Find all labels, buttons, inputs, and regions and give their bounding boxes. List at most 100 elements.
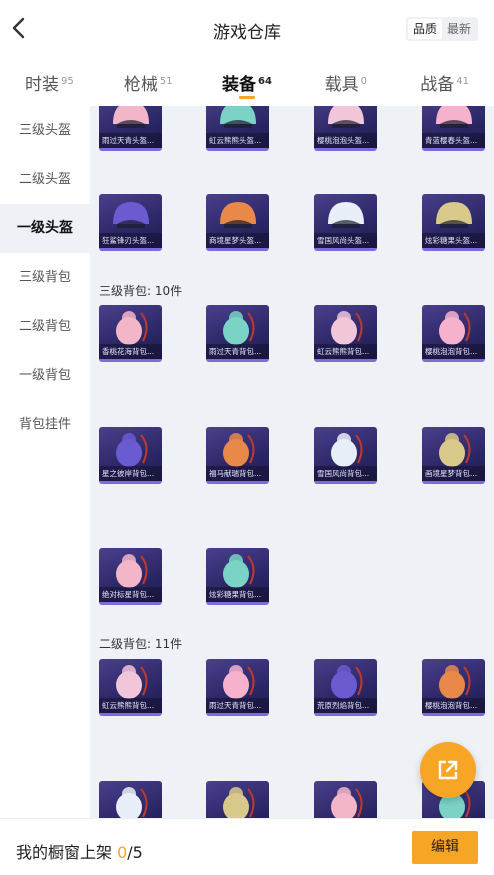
item-name: 商境星梦头盔... bbox=[206, 233, 269, 248]
item-name: 虹云熊熊头盔... bbox=[206, 133, 269, 148]
item-name: 雪国风尚头盔... bbox=[314, 233, 377, 248]
item-card[interactable]: 樱桃泡泡背包... bbox=[422, 305, 485, 362]
backpack-icon bbox=[439, 665, 471, 699]
item-grid: 雨过天青头盔... 虹云熊熊头盔... 樱桃泡泡头盔... 青蓝樱春头盔... 狂鲨锋刃… bbox=[90, 106, 494, 818]
tab-label: 枪械 bbox=[123, 75, 158, 95]
item-card[interactable]: 雨过天青背包... bbox=[206, 659, 269, 716]
sidebar-item-backpack-charm[interactable]: 背包挂件 bbox=[0, 400, 90, 449]
item-name: 香桃花海背包... bbox=[99, 344, 162, 359]
item-card[interactable] bbox=[99, 781, 162, 818]
tab-count: 95 bbox=[61, 75, 74, 87]
item-name: 炫彩糖果头盔... bbox=[422, 233, 485, 248]
helmet-icon bbox=[220, 106, 256, 128]
item-name: 雨过天青背包... bbox=[206, 698, 269, 713]
item-name: 虹云熊熊背包... bbox=[99, 698, 162, 713]
item-card[interactable]: 福马献瑞背包... bbox=[206, 427, 269, 484]
backpack-icon bbox=[223, 787, 255, 818]
item-card[interactable]: 星之彼岸背包... bbox=[99, 427, 162, 484]
backpack-icon bbox=[116, 433, 148, 467]
backpack-icon bbox=[331, 311, 363, 345]
showcase-footer: 我的橱窗上架 0/5 编辑 bbox=[0, 818, 494, 875]
item-card[interactable]: 画境星梦背包... bbox=[422, 427, 485, 484]
backpack-icon bbox=[223, 665, 255, 699]
item-name: 樱桃泡泡背包... bbox=[422, 344, 485, 359]
sidebar-item-level3-backpack[interactable]: 三级背包 bbox=[0, 253, 90, 302]
tab-count: 64 bbox=[258, 75, 272, 87]
item-name: 画境星梦背包... bbox=[422, 466, 485, 481]
helmet-icon bbox=[328, 202, 364, 228]
showcase-total: /5 bbox=[127, 843, 143, 862]
helmet-icon bbox=[113, 106, 149, 128]
item-card[interactable] bbox=[314, 781, 377, 818]
item-name: 雪国风尚背包... bbox=[314, 466, 377, 481]
item-card[interactable]: 绝对标星背包... bbox=[99, 548, 162, 605]
sidebar-item-level1-helmet[interactable]: 一级头盔 bbox=[0, 204, 90, 253]
backpack-icon bbox=[331, 433, 363, 467]
item-name: 雨过天青背包... bbox=[206, 344, 269, 359]
item-card[interactable]: 炫彩糖果头盔... bbox=[422, 194, 485, 251]
item-card[interactable]: 狂鲨锋刃头盔... bbox=[99, 194, 162, 251]
backpack-icon bbox=[116, 665, 148, 699]
item-name: 虹云熊熊背包... bbox=[314, 344, 377, 359]
sort-by-latest[interactable]: 最新 bbox=[442, 19, 476, 39]
item-name: 星之彼岸背包... bbox=[99, 466, 162, 481]
item-card[interactable]: 香桃花海背包... bbox=[99, 305, 162, 362]
item-name: 炫彩糖果背包... bbox=[206, 587, 269, 602]
item-card[interactable]: 雪国风尚背包... bbox=[314, 427, 377, 484]
edit-button[interactable]: 编辑 bbox=[412, 831, 478, 864]
sort-by-quality[interactable]: 品质 bbox=[408, 19, 442, 39]
showcase-status: 我的橱窗上架 0/5 bbox=[16, 839, 143, 863]
item-name: 青蓝樱春头盔... bbox=[422, 133, 485, 148]
tab-supplies[interactable]: 战备 41 bbox=[395, 58, 494, 106]
tab-label: 战备 bbox=[420, 75, 455, 95]
tab-count: 51 bbox=[159, 75, 173, 87]
tab-indicator bbox=[238, 96, 255, 99]
item-name: 樱桃泡泡背包... bbox=[422, 698, 485, 713]
tab-vehicles[interactable]: 载具 0 bbox=[296, 58, 395, 106]
backpack-icon bbox=[223, 433, 255, 467]
backpack-icon bbox=[331, 665, 363, 699]
item-name: 狂鲨锋刃头盔... bbox=[99, 233, 162, 248]
item-card[interactable]: 雨过天青背包... bbox=[206, 305, 269, 362]
backpack-icon bbox=[223, 554, 255, 588]
helmet-icon bbox=[328, 106, 364, 128]
item-card[interactable]: 青蓝樱春头盔... bbox=[422, 106, 485, 151]
tab-firearms[interactable]: 枪械 51 bbox=[99, 58, 198, 106]
item-card[interactable]: 樱桃泡泡背包... bbox=[422, 659, 485, 716]
showcase-label: 我的橱窗上架 bbox=[16, 843, 118, 862]
item-card[interactable]: 虹云熊熊背包... bbox=[99, 659, 162, 716]
item-card[interactable]: 虹云熊熊头盔... bbox=[206, 106, 269, 151]
item-card[interactable]: 炫彩糖果背包... bbox=[206, 548, 269, 605]
sidebar-item-level2-helmet[interactable]: 二级头盔 bbox=[0, 155, 90, 204]
sidebar-item-level3-helmet[interactable]: 三级头盔 bbox=[0, 106, 90, 155]
tab-count: 0 bbox=[360, 75, 367, 87]
item-name: 樱桃泡泡头盔... bbox=[314, 133, 377, 148]
tab-fashion[interactable]: 时装 95 bbox=[0, 58, 99, 106]
item-name: 荒原烈焰背包... bbox=[314, 698, 377, 713]
tab-label: 装备 bbox=[222, 75, 257, 95]
helmet-icon bbox=[436, 106, 472, 128]
backpack-icon bbox=[116, 311, 148, 345]
tab-equipment[interactable]: 装备 64 bbox=[198, 58, 297, 106]
sidebar-item-level2-backpack[interactable]: 二级背包 bbox=[0, 302, 90, 351]
header: 游戏仓库 品质 最新 bbox=[0, 0, 494, 58]
item-name: 雨过天青头盔... bbox=[99, 133, 162, 148]
share-button[interactable] bbox=[420, 742, 476, 798]
backpack-icon bbox=[116, 787, 148, 818]
item-card[interactable]: 荒原烈焰背包... bbox=[314, 659, 377, 716]
showcase-current: 0 bbox=[117, 843, 128, 862]
backpack-icon bbox=[116, 554, 148, 588]
item-card[interactable] bbox=[206, 781, 269, 818]
section-title: 二级背包: 11件 bbox=[99, 637, 183, 651]
backpack-icon bbox=[223, 311, 255, 345]
item-card[interactable]: 雪国风尚头盔... bbox=[314, 194, 377, 251]
item-card[interactable]: 虹云熊熊背包... bbox=[314, 305, 377, 362]
sidebar-item-level1-backpack[interactable]: 一级背包 bbox=[0, 351, 90, 400]
item-card[interactable]: 樱桃泡泡头盔... bbox=[314, 106, 377, 151]
item-card[interactable]: 商境星梦头盔... bbox=[206, 194, 269, 251]
tab-label: 载具 bbox=[324, 75, 359, 95]
helmet-icon bbox=[220, 202, 256, 228]
category-tabs: 时装 95 枪械 51 装备 64 载具 0 战备 41 bbox=[0, 58, 494, 106]
external-link-icon bbox=[438, 760, 458, 780]
item-card[interactable]: 雨过天青头盔... bbox=[99, 106, 162, 151]
